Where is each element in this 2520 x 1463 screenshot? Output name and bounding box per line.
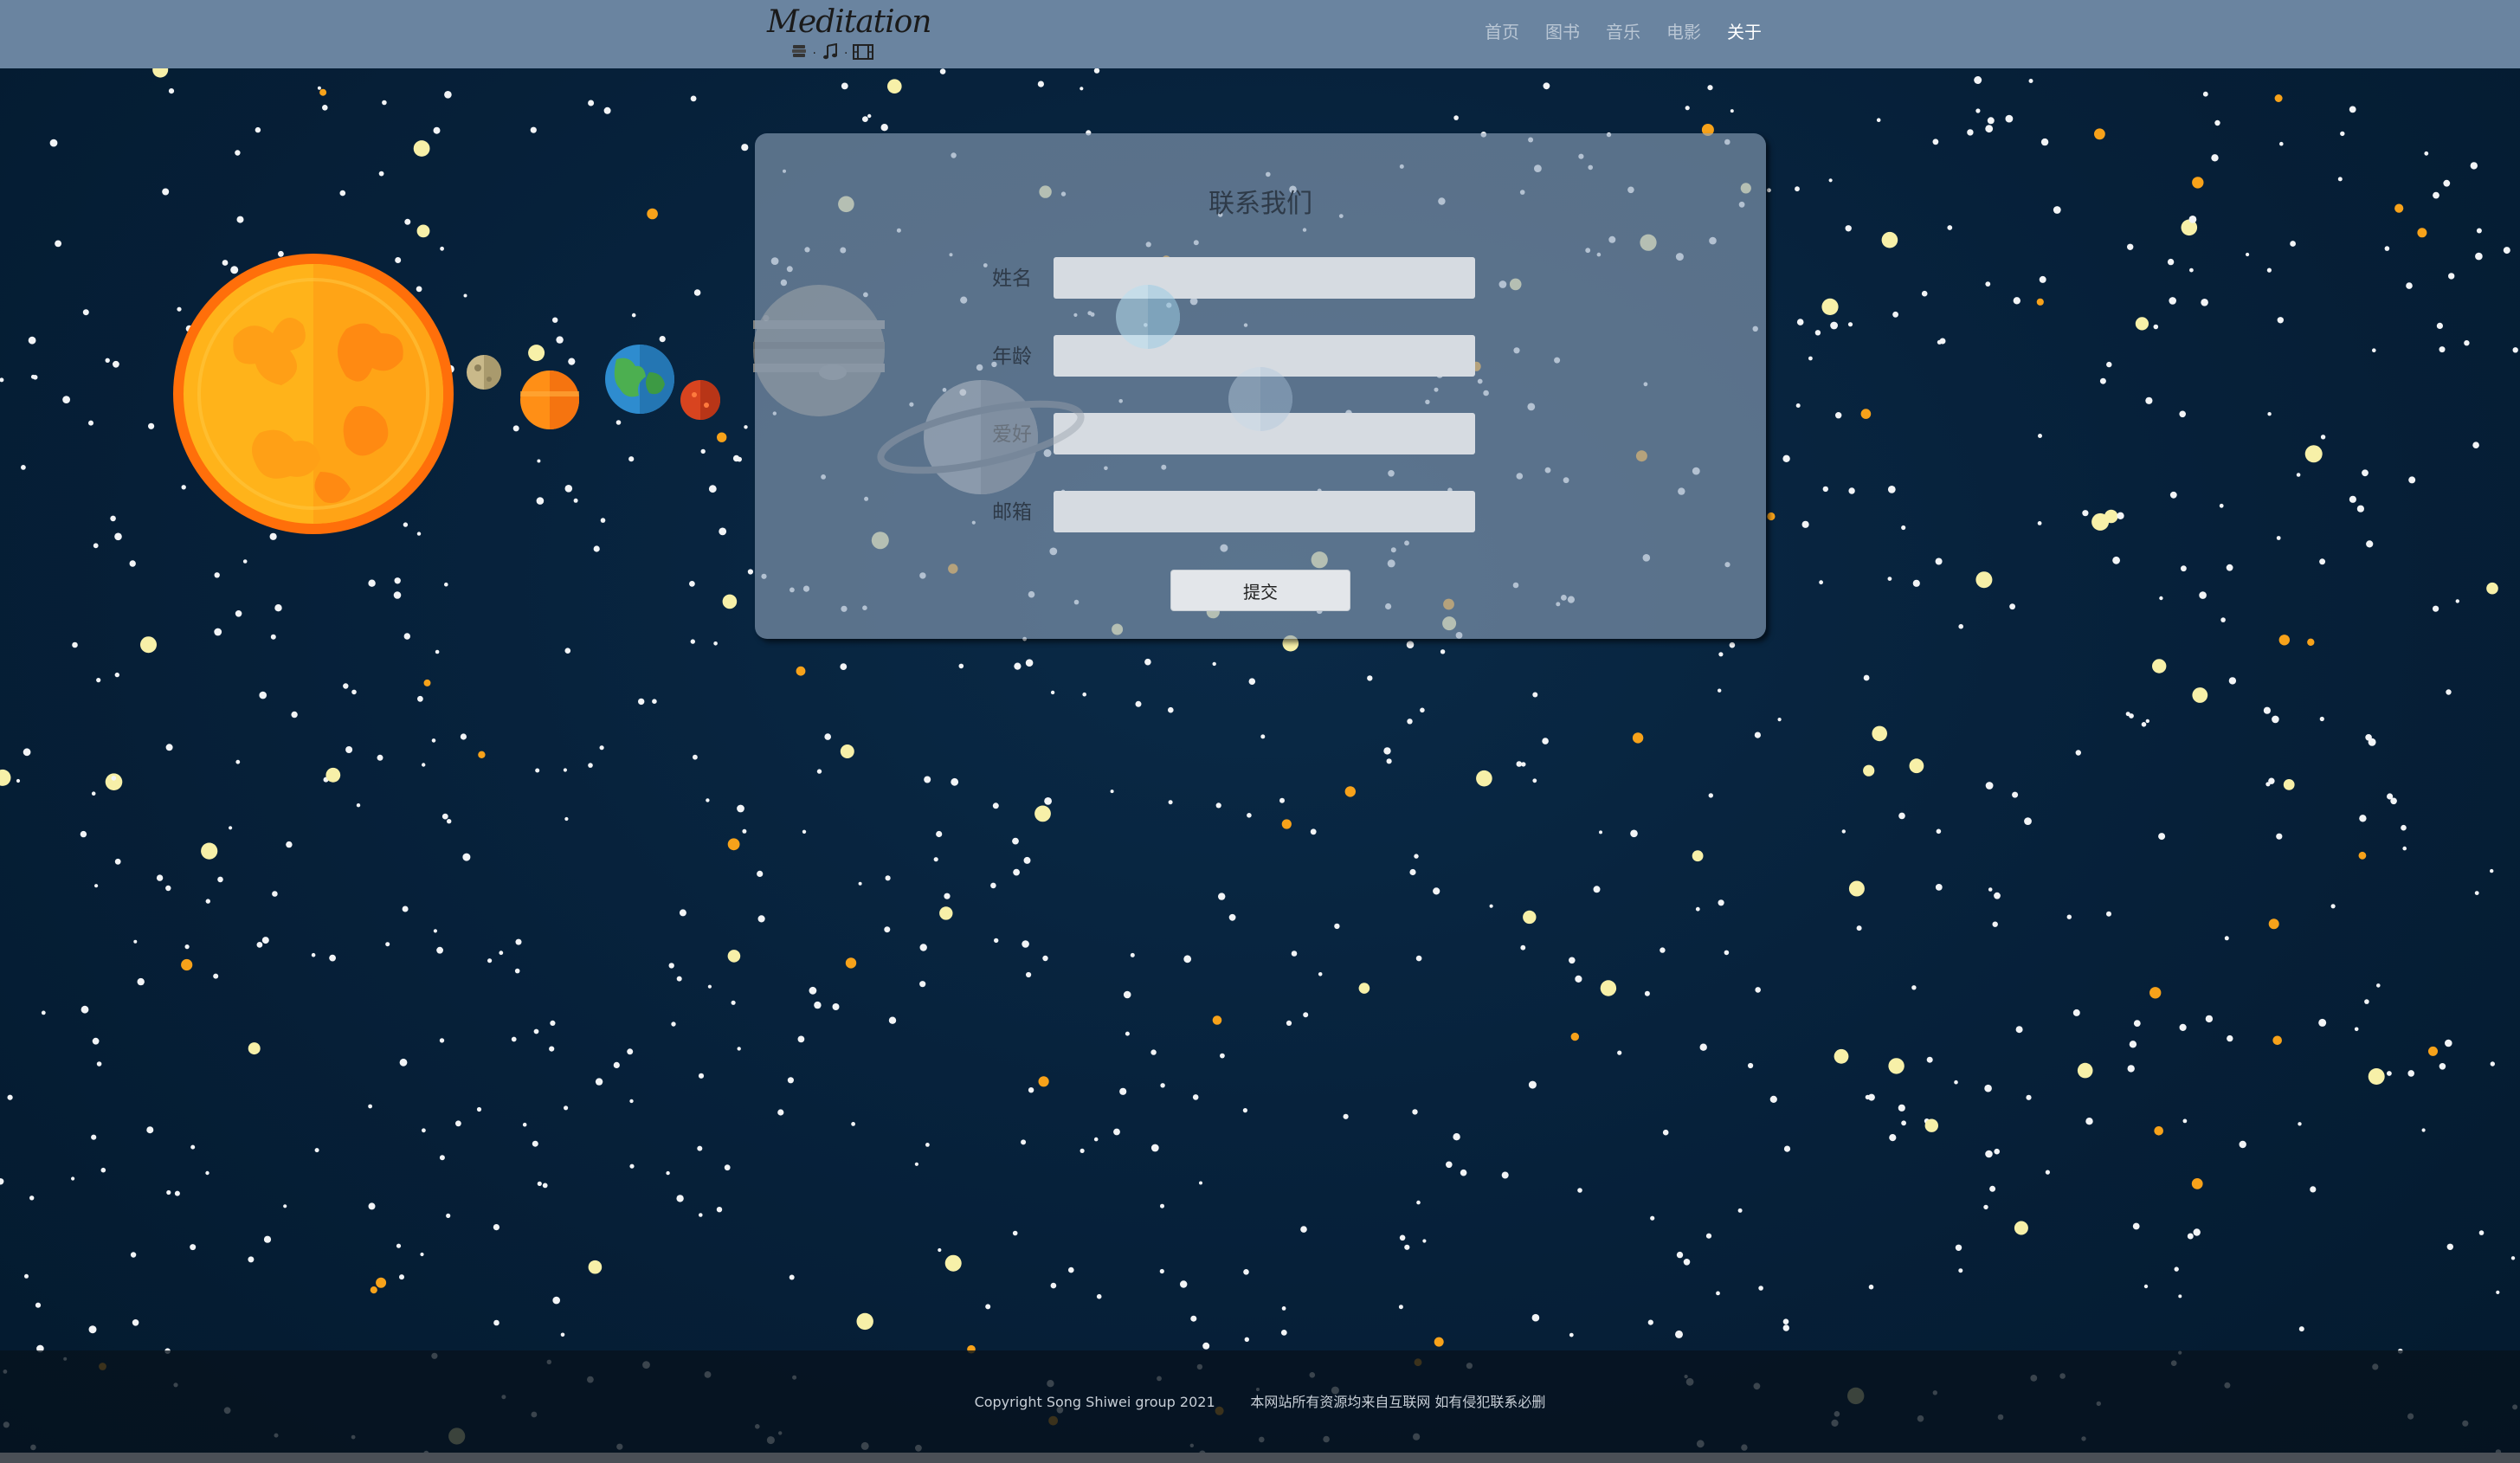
nav-books[interactable]: 图书: [1532, 17, 1593, 47]
earth-icon: [605, 345, 674, 414]
name-label: 姓名: [992, 267, 1032, 290]
nav-about[interactable]: 关于: [1714, 17, 1775, 47]
book-stack-icon: [790, 44, 808, 64]
footer-copyright: Copyright Song Shiwei group 2021: [974, 1394, 1215, 1410]
site-logo[interactable]: Meditation · ·: [767, 2, 932, 65]
age-label: 年龄: [992, 345, 1032, 368]
name-input[interactable]: [1054, 257, 1475, 299]
nav-home[interactable]: 首页: [1472, 17, 1532, 47]
form-row-email: 邮箱: [755, 491, 1766, 534]
hobby-label: 爱好: [992, 423, 1032, 446]
film-strip-icon: [853, 43, 874, 64]
form-row-name: 姓名: [755, 257, 1766, 300]
contact-title: 联系我们: [1208, 189, 1312, 219]
sun-icon: [173, 254, 454, 534]
submit-button[interactable]: 提交: [1170, 570, 1350, 611]
form-row-hobby: 爱好: [755, 413, 1766, 456]
music-note-icon: [822, 42, 839, 65]
mars-icon: [680, 380, 720, 420]
top-navbar: Meditation · · 首页 图书 音乐 电影 关于: [0, 0, 2520, 68]
mercury-icon: [467, 355, 501, 390]
email-label: 邮箱: [992, 501, 1032, 524]
age-input[interactable]: [1054, 335, 1475, 377]
logo-separator: ·: [844, 47, 848, 61]
email-input[interactable]: [1054, 491, 1475, 532]
main-nav: 首页 图书 音乐 电影 关于: [1472, 17, 1775, 47]
logo-title: Meditation: [767, 4, 932, 40]
form-row-age: 年龄: [755, 335, 1766, 378]
venus-icon: [520, 371, 579, 429]
nav-movies[interactable]: 电影: [1653, 17, 1714, 47]
bottom-edge-bar: [0, 1453, 2520, 1463]
logo-separator: ·: [812, 47, 816, 61]
nav-music[interactable]: 音乐: [1593, 17, 1653, 47]
footer-notice: 本网站所有资源均来自互联网 如有侵犯联系必删: [1250, 1394, 1546, 1410]
hobby-input[interactable]: [1054, 413, 1475, 454]
page-footer: Copyright Song Shiwei group 2021 本网站所有资源…: [0, 1350, 2520, 1453]
contact-form-card: 联系我们 姓名 年龄 爱好 邮箱 提交: [755, 133, 1766, 639]
